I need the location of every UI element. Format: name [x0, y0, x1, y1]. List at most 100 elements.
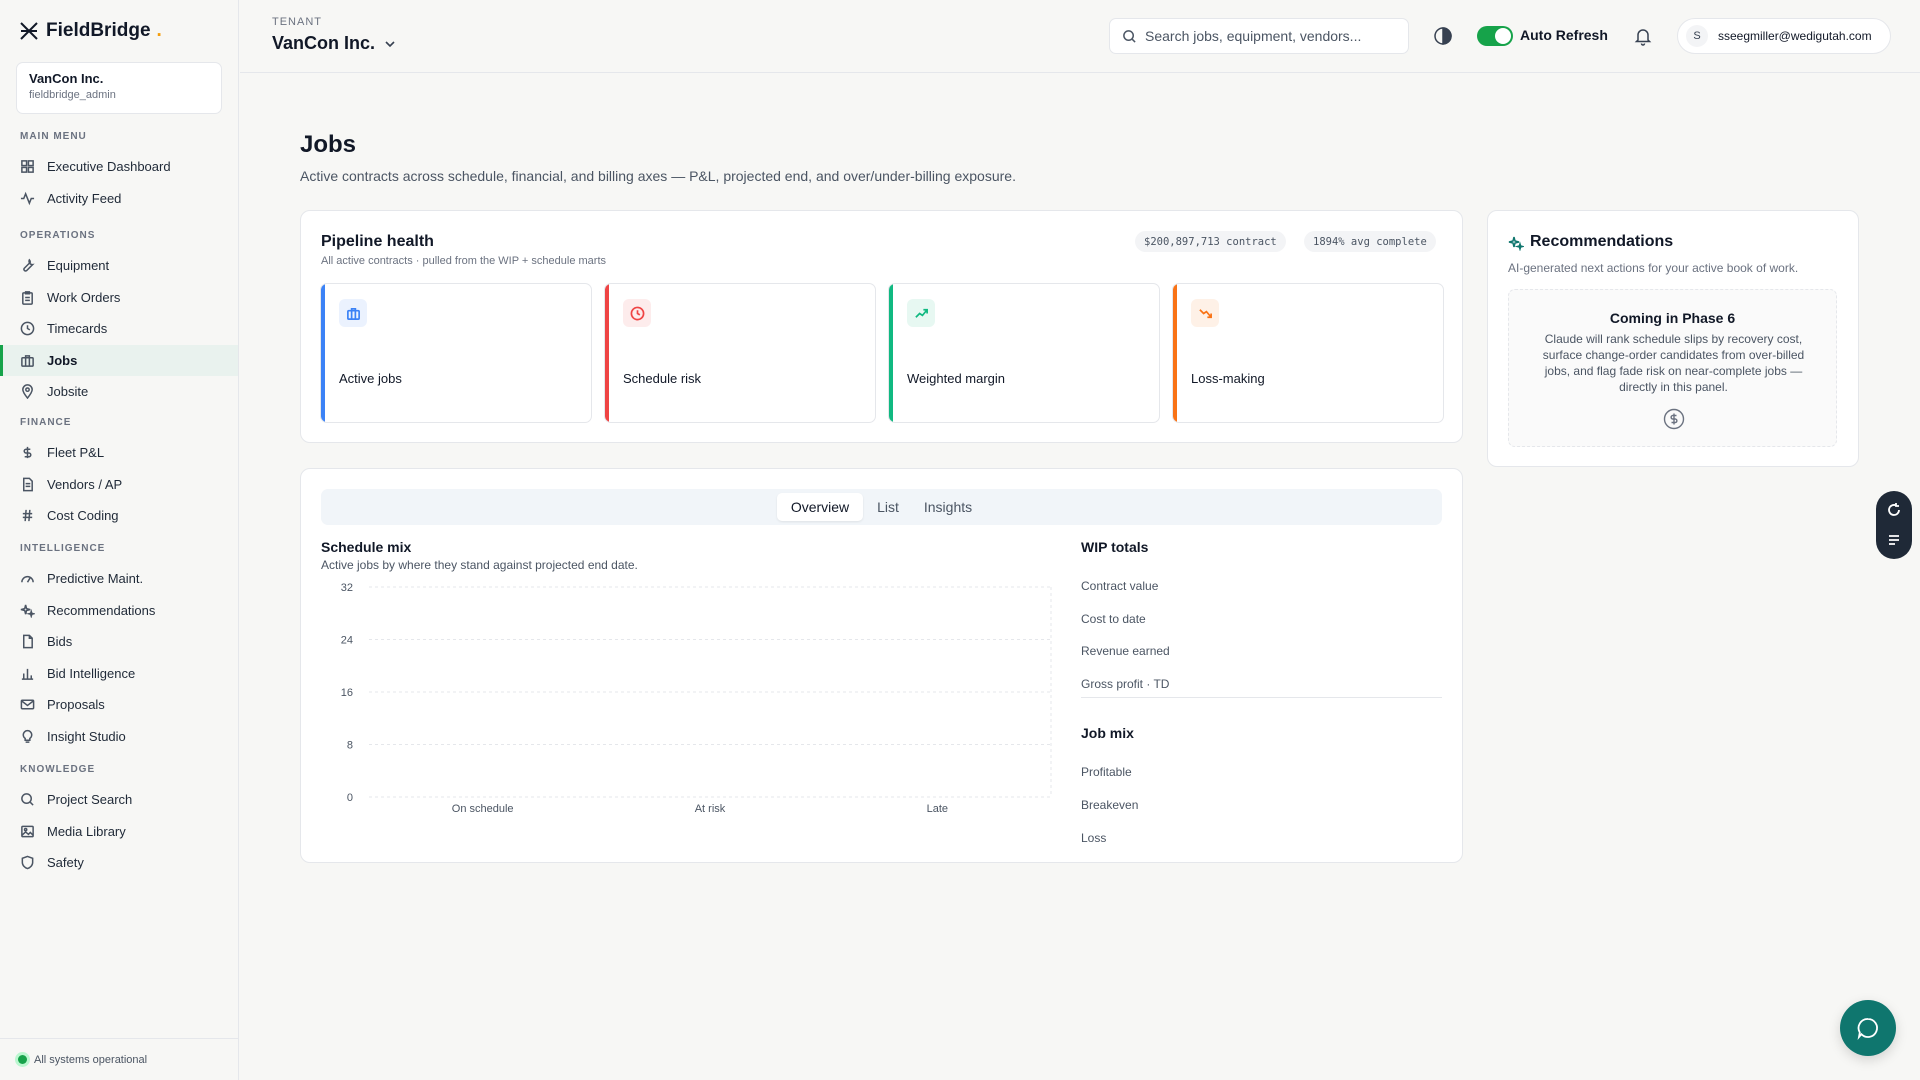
sidebar-item-project-search[interactable]: Project Search — [0, 784, 238, 815]
contract-total-badge: $200,897,713 contract — [1135, 231, 1286, 252]
kpi-label: Weighted margin — [907, 371, 1006, 386]
schedule-mix-chart: 0 8 16 24 32 On schedule At risk Late — [341, 582, 1052, 815]
sidebar-item-label: Insight Studio — [47, 729, 126, 744]
sidebar-item-vendors-ap[interactable]: Vendors / AP — [0, 469, 238, 500]
search-input[interactable] — [1145, 28, 1395, 44]
auto-refresh-toggle[interactable] — [1477, 26, 1513, 46]
refresh-icon[interactable] — [1886, 502, 1902, 518]
sidebar-item-jobs[interactable]: Jobs — [0, 344, 238, 376]
tenant-label: TENANT — [272, 16, 322, 28]
tab-list[interactable]: List — [867, 493, 909, 521]
sidebar-item-label: Proposals — [47, 697, 105, 713]
sidebar-item-bids[interactable]: Bids — [0, 626, 238, 657]
document-icon — [23, 477, 33, 491]
system-status-text: All systems operational — [34, 1053, 148, 1066]
sidebar-item-safety[interactable]: Safety — [0, 847, 238, 878]
sidebar-item-timecards[interactable]: Timecards — [0, 313, 238, 344]
sidebar: FieldBridge. VanCon Inc. fieldbridge_adm… — [0, 0, 239, 1080]
app-logo[interactable]: FieldBridge. — [18, 20, 162, 42]
trending-down-icon — [1198, 308, 1212, 318]
y-tick-label: 16 — [341, 687, 353, 699]
sidebar-item-label: Recommendations — [47, 602, 156, 618]
kpi-active-jobs[interactable]: Active jobs — [320, 283, 592, 423]
tenant-name: VanCon Inc. — [272, 33, 376, 53]
y-tick-label: 8 — [347, 740, 353, 752]
bell-icon[interactable] — [1633, 26, 1653, 46]
sidebar-item-predictive-maint[interactable]: Predictive Maint. — [0, 563, 238, 594]
hash-icon — [22, 510, 33, 522]
sidebar-item-label: Work Orders — [47, 289, 121, 305]
auto-refresh-label: Auto Refresh — [1520, 27, 1608, 43]
sidebar-item-label: Jobs — [47, 352, 78, 368]
section-divider — [1081, 697, 1442, 698]
side-dock — [1876, 491, 1912, 559]
x-tick-label: At risk — [695, 803, 726, 815]
coming-soon-panel: Coming in Phase 6 Claude will rank sched… — [1508, 289, 1837, 447]
sidebar-item-media-library[interactable]: Media Library — [0, 816, 238, 847]
sidebar-item-executive-dashboard[interactable]: Executive Dashboard — [0, 151, 238, 182]
sidebar-item-recommendations[interactable]: Recommendations — [0, 595, 238, 626]
tenant-selector[interactable]: VanCon Inc. — [272, 33, 397, 54]
tab-overview[interactable]: Overview — [777, 493, 863, 521]
chat-button[interactable] — [1840, 1000, 1896, 1056]
top-header: TENANT VanCon Inc. Auto Refresh S sseegm… — [240, 0, 1920, 73]
nav-section-heading: FINANCE — [20, 417, 72, 428]
clock-icon — [20, 321, 35, 336]
nav-section-heading: MAIN MENU — [20, 131, 87, 142]
x-tick-label: On schedule — [452, 803, 514, 815]
sidebar-item-bid-intelligence[interactable]: Bid Intelligence — [0, 658, 238, 689]
nav-section-heading: OPERATIONS — [20, 230, 96, 241]
tenant-card-user: fieldbridge_admin — [29, 89, 116, 101]
kpi-accent-bar — [889, 284, 893, 422]
sidebar-item-label: Vendors / AP — [47, 476, 123, 492]
lightbulb-icon — [22, 729, 33, 743]
theme-toggle-icon[interactable] — [1433, 26, 1453, 46]
sidebar-item-label: Project Search — [47, 792, 133, 807]
pipeline-health-card: Pipeline health All active contracts · p… — [300, 210, 1463, 443]
wip-row-label: Contract value — [1081, 579, 1159, 593]
menu-lines-icon[interactable] — [1886, 532, 1902, 548]
kpi-accent-bar — [321, 284, 325, 422]
sidebar-item-cost-coding[interactable]: Cost Coding — [0, 500, 238, 531]
avatar: S — [1686, 25, 1708, 47]
pipeline-subtitle: All active contracts · pulled from the W… — [321, 255, 606, 267]
system-status: All systems operational — [0, 1038, 238, 1080]
user-menu[interactable]: S sseegmiller@wedigutah.com — [1677, 18, 1891, 54]
tenant-card[interactable]: VanCon Inc. fieldbridge_admin — [16, 62, 222, 114]
sidebar-item-insight-studio[interactable]: Insight Studio — [0, 721, 238, 752]
sidebar-item-label: Safety — [47, 855, 84, 871]
sidebar-item-jobsite[interactable]: Jobsite — [0, 376, 238, 407]
briefcase-icon — [346, 307, 360, 320]
view-tabs: Overview List Insights — [321, 489, 1442, 525]
tab-insights[interactable]: Insights — [913, 493, 983, 521]
recommendations-title: Recommendations — [1530, 233, 1674, 250]
sidebar-item-label: Equipment — [47, 258, 110, 273]
tenant-card-name: VanCon Inc. — [29, 71, 104, 86]
kpi-loss-making[interactable]: Loss-making — [1172, 283, 1444, 423]
sidebar-item-work-orders[interactable]: Work Orders — [0, 282, 238, 313]
kpi-icon-badge — [907, 299, 935, 327]
sidebar-item-equipment[interactable]: Equipment — [0, 250, 238, 281]
image-icon — [21, 825, 34, 837]
recommendations-subtitle: AI-generated next actions for your activ… — [1508, 261, 1799, 275]
pipeline-title: Pipeline health — [321, 233, 434, 250]
sidebar-item-label: Activity Feed — [47, 190, 122, 206]
grid-icon — [21, 160, 34, 173]
y-tick-label: 32 — [341, 582, 353, 594]
sidebar-item-activity-feed[interactable]: Activity Feed — [0, 183, 238, 214]
search-icon — [21, 793, 34, 806]
mail-icon — [20, 699, 35, 710]
sidebar-item-label: Jobsite — [47, 384, 89, 400]
kpi-weighted-margin[interactable]: Weighted margin — [888, 283, 1160, 423]
bar-chart-icon — [21, 668, 34, 680]
dollar-coin-icon — [1663, 408, 1685, 430]
trending-up-icon — [914, 308, 928, 318]
global-search[interactable] — [1109, 18, 1409, 54]
sidebar-item-fleet-p-l[interactable]: Fleet P&L — [0, 437, 238, 468]
sidebar-item-label: Executive Dashboard — [47, 159, 171, 174]
kpi-schedule-risk[interactable]: Schedule risk — [604, 283, 876, 423]
sidebar-item-proposals[interactable]: Proposals — [0, 689, 238, 720]
chevron-down-icon — [385, 40, 395, 47]
wip-row-label: Cost to date — [1081, 611, 1146, 626]
status-dot — [18, 1055, 27, 1064]
